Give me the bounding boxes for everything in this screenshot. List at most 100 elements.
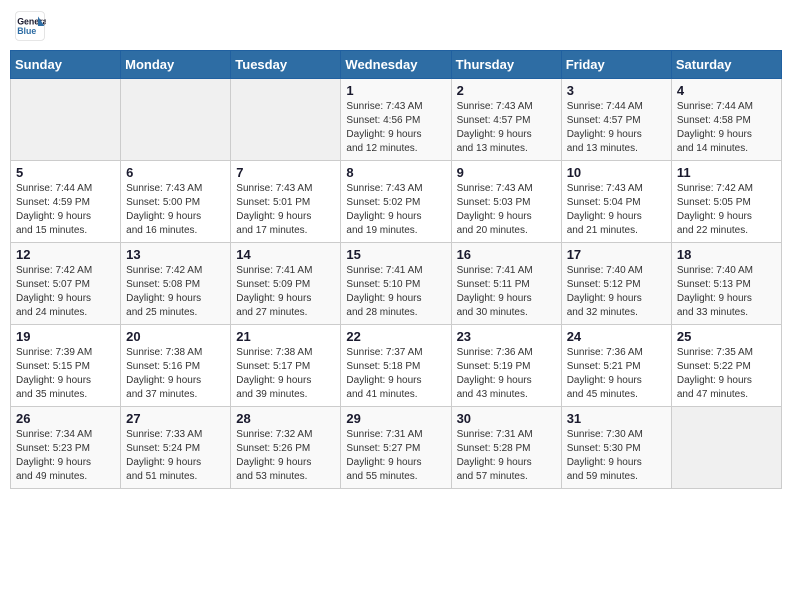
day-number: 11: [677, 165, 776, 180]
day-number: 30: [457, 411, 556, 426]
calendar-cell: 30 Sunrise: 7:31 AM Sunset: 5:28 PM Dayli…: [451, 407, 561, 489]
calendar-cell: 11 Sunrise: 7:42 AM Sunset: 5:05 PM Dayli…: [671, 161, 781, 243]
calendar-cell: 13 Sunrise: 7:42 AM Sunset: 5:08 PM Dayli…: [121, 243, 231, 325]
calendar-cell: 22Sunrise: 7:37 AM Sunset: 5:18 PM Dayli…: [341, 325, 451, 407]
day-number: 23: [457, 329, 556, 344]
day-number: 14: [236, 247, 335, 262]
day-info: Sunrise: 7:41 AM Sunset: 5:09 PM Dayligh…: [236, 264, 335, 320]
calendar-cell: 9 Sunrise: 7:43 AM Sunset: 5:03 PM Daylig…: [451, 161, 561, 243]
day-info: Sunrise: 7:44 AM Sunset: 4:57 PM Dayligh…: [567, 100, 666, 156]
calendar-cell: 6 Sunrise: 7:43 AM Sunset: 5:00 PM Daylig…: [121, 161, 231, 243]
day-number: 22: [346, 329, 445, 344]
day-info: Sunrise: 7:34 AM Sunset: 5:23 PM Dayligh…: [16, 428, 115, 484]
day-info: Sunrise: 7:43 AM Sunset: 5:00 PM Dayligh…: [126, 182, 225, 238]
day-info: Sunrise: 7:42 AM Sunset: 5:07 PM Dayligh…: [16, 264, 115, 320]
calendar-cell: [671, 407, 781, 489]
calendar-cell: 5 Sunrise: 7:44 AM Sunset: 4:59 PM Daylig…: [11, 161, 121, 243]
day-number: 10: [567, 165, 666, 180]
day-number: 6: [126, 165, 225, 180]
day-info: Sunrise: 7:42 AM Sunset: 5:05 PM Dayligh…: [677, 182, 776, 238]
svg-text:Blue: Blue: [17, 26, 36, 36]
calendar-cell: 21 Sunrise: 7:38 AM Sunset: 5:17 PM Dayli…: [231, 325, 341, 407]
calendar-cell: 27 Sunrise: 7:33 AM Sunset: 5:24 PM Dayli…: [121, 407, 231, 489]
day-number: 5: [16, 165, 115, 180]
calendar-cell: 10 Sunrise: 7:43 AM Sunset: 5:04 PM Dayli…: [561, 161, 671, 243]
day-number: 16: [457, 247, 556, 262]
day-info: Sunrise: 7:43 AM Sunset: 5:04 PM Dayligh…: [567, 182, 666, 238]
day-number: 25: [677, 329, 776, 344]
day-info: Sunrise: 7:31 AM Sunset: 5:28 PM Dayligh…: [457, 428, 556, 484]
day-number: 28: [236, 411, 335, 426]
calendar-cell: 7Sunrise: 7:43 AM Sunset: 5:01 PM Daylig…: [231, 161, 341, 243]
day-number: 31: [567, 411, 666, 426]
calendar-cell: [11, 79, 121, 161]
calendar-cell: 28 Sunrise: 7:32 AM Sunset: 5:26 PM Dayli…: [231, 407, 341, 489]
day-info: Sunrise: 7:33 AM Sunset: 5:24 PM Dayligh…: [126, 428, 225, 484]
day-number: 18: [677, 247, 776, 262]
day-number: 29: [346, 411, 445, 426]
day-number: 26: [16, 411, 115, 426]
calendar-week-row: 26 Sunrise: 7:34 AM Sunset: 5:23 PM Dayli…: [11, 407, 782, 489]
calendar-cell: 15Sunrise: 7:41 AM Sunset: 5:10 PM Dayli…: [341, 243, 451, 325]
day-of-week-header: Thursday: [451, 51, 561, 79]
calendar-week-row: 19 Sunrise: 7:39 AM Sunset: 5:15 PM Dayli…: [11, 325, 782, 407]
calendar-cell: 3 Sunrise: 7:44 AM Sunset: 4:57 PM Daylig…: [561, 79, 671, 161]
day-number: 3: [567, 83, 666, 98]
day-number: 2: [457, 83, 556, 98]
day-number: 24: [567, 329, 666, 344]
day-of-week-header: Friday: [561, 51, 671, 79]
day-number: 27: [126, 411, 225, 426]
calendar-cell: 29 Sunrise: 7:31 AM Sunset: 5:27 PM Dayli…: [341, 407, 451, 489]
calendar-week-row: 5 Sunrise: 7:44 AM Sunset: 4:59 PM Daylig…: [11, 161, 782, 243]
day-number: 17: [567, 247, 666, 262]
logo: General Blue: [14, 10, 50, 42]
calendar-cell: 12 Sunrise: 7:42 AM Sunset: 5:07 PM Dayli…: [11, 243, 121, 325]
day-info: Sunrise: 7:43 AM Sunset: 5:03 PM Dayligh…: [457, 182, 556, 238]
day-of-week-header: Saturday: [671, 51, 781, 79]
day-number: 4: [677, 83, 776, 98]
day-number: 19: [16, 329, 115, 344]
calendar: SundayMondayTuesdayWednesdayThursdayFrid…: [10, 50, 782, 489]
day-number: 9: [457, 165, 556, 180]
calendar-cell: 1Sunrise: 7:43 AM Sunset: 4:56 PM Daylig…: [341, 79, 451, 161]
day-info: Sunrise: 7:43 AM Sunset: 5:01 PM Dayligh…: [236, 182, 335, 238]
calendar-cell: [121, 79, 231, 161]
calendar-header-row: SundayMondayTuesdayWednesdayThursdayFrid…: [11, 51, 782, 79]
day-number: 15: [346, 247, 445, 262]
day-info: Sunrise: 7:44 AM Sunset: 4:58 PM Dayligh…: [677, 100, 776, 156]
calendar-cell: 4 Sunrise: 7:44 AM Sunset: 4:58 PM Daylig…: [671, 79, 781, 161]
day-info: Sunrise: 7:31 AM Sunset: 5:27 PM Dayligh…: [346, 428, 445, 484]
day-info: Sunrise: 7:39 AM Sunset: 5:15 PM Dayligh…: [16, 346, 115, 402]
day-number: 8: [346, 165, 445, 180]
day-info: Sunrise: 7:43 AM Sunset: 5:02 PM Dayligh…: [346, 182, 445, 238]
day-number: 21: [236, 329, 335, 344]
calendar-cell: 16 Sunrise: 7:41 AM Sunset: 5:11 PM Dayli…: [451, 243, 561, 325]
calendar-cell: 8 Sunrise: 7:43 AM Sunset: 5:02 PM Daylig…: [341, 161, 451, 243]
day-info: Sunrise: 7:32 AM Sunset: 5:26 PM Dayligh…: [236, 428, 335, 484]
day-info: Sunrise: 7:35 AM Sunset: 5:22 PM Dayligh…: [677, 346, 776, 402]
day-info: Sunrise: 7:38 AM Sunset: 5:17 PM Dayligh…: [236, 346, 335, 402]
day-info: Sunrise: 7:38 AM Sunset: 5:16 PM Dayligh…: [126, 346, 225, 402]
calendar-cell: 23 Sunrise: 7:36 AM Sunset: 5:19 PM Dayli…: [451, 325, 561, 407]
day-number: 20: [126, 329, 225, 344]
calendar-week-row: 1Sunrise: 7:43 AM Sunset: 4:56 PM Daylig…: [11, 79, 782, 161]
calendar-cell: [231, 79, 341, 161]
calendar-week-row: 12 Sunrise: 7:42 AM Sunset: 5:07 PM Dayli…: [11, 243, 782, 325]
day-info: Sunrise: 7:36 AM Sunset: 5:19 PM Dayligh…: [457, 346, 556, 402]
calendar-cell: 25 Sunrise: 7:35 AM Sunset: 5:22 PM Dayli…: [671, 325, 781, 407]
day-number: 13: [126, 247, 225, 262]
day-info: Sunrise: 7:44 AM Sunset: 4:59 PM Dayligh…: [16, 182, 115, 238]
calendar-cell: 24 Sunrise: 7:36 AM Sunset: 5:21 PM Dayli…: [561, 325, 671, 407]
logo-icon: General Blue: [14, 10, 46, 42]
calendar-cell: 14 Sunrise: 7:41 AM Sunset: 5:09 PM Dayli…: [231, 243, 341, 325]
calendar-cell: 18 Sunrise: 7:40 AM Sunset: 5:13 PM Dayli…: [671, 243, 781, 325]
day-of-week-header: Monday: [121, 51, 231, 79]
calendar-cell: 26 Sunrise: 7:34 AM Sunset: 5:23 PM Dayli…: [11, 407, 121, 489]
day-info: Sunrise: 7:40 AM Sunset: 5:12 PM Dayligh…: [567, 264, 666, 320]
day-info: Sunrise: 7:36 AM Sunset: 5:21 PM Dayligh…: [567, 346, 666, 402]
day-number: 12: [16, 247, 115, 262]
day-info: Sunrise: 7:43 AM Sunset: 4:56 PM Dayligh…: [346, 100, 445, 156]
day-info: Sunrise: 7:41 AM Sunset: 5:11 PM Dayligh…: [457, 264, 556, 320]
day-info: Sunrise: 7:40 AM Sunset: 5:13 PM Dayligh…: [677, 264, 776, 320]
day-info: Sunrise: 7:42 AM Sunset: 5:08 PM Dayligh…: [126, 264, 225, 320]
